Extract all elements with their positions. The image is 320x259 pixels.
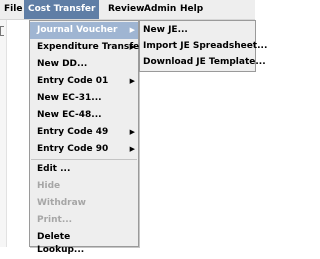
cost-transfer-dropdown: Journal Voucher ▶ Expenditure Transfer ▶… [29,20,144,255]
menu-item-label: Entry Code 90 [37,144,109,154]
menu-item-journal-voucher[interactable]: Journal Voucher ▶ [30,22,138,39]
chevron-right-icon: ▶ [129,145,135,153]
menu-item-label: Delete [37,232,71,242]
menu-file[interactable]: File [0,0,26,19]
menu-item-entry-code-01[interactable]: Entry Code 01 ▶ [30,73,138,90]
window-left-edge [0,20,7,247]
menu-item-label: Hide [37,181,61,191]
menu-separator [31,159,137,160]
bracket-decoration [0,26,4,36]
menu-item-new-ec-31[interactable]: New EC-31... [30,90,138,107]
menu-item-withdraw: Withdraw [30,195,138,212]
chevron-right-icon: ▶ [129,128,135,136]
submenu-item-import-je-spreadsheet[interactable]: Import JE Spreadsheet... [140,38,267,55]
menu-item-label: Entry Code 01 [37,76,109,86]
menu-item-hide: Hide [30,178,138,195]
menu-item-expenditure-transfer[interactable]: Expenditure Transfer ▶ [30,39,144,56]
submenu-item-label: Import JE Spreadsheet... [143,41,268,51]
menu-item-label: Print... [37,215,73,225]
menu-item-label: Entry Code 49 [37,127,109,137]
menu-item-new-ec-48[interactable]: New EC-48... [30,107,138,124]
menu-item-entry-code-49[interactable]: Entry Code 49 ▶ [30,124,138,141]
menu-bar: File Cost Transfer Review Admin Help [0,0,255,20]
submenu-item-label: New JE... [143,25,188,35]
menu-item-print: Print... [30,212,138,229]
chevron-right-icon: ▶ [129,77,135,85]
menu-item-label: Withdraw [37,198,86,208]
chevron-right-icon: ▶ [129,26,135,34]
menu-item-label: Expenditure Transfer [37,42,144,52]
menu-help[interactable]: Help [176,0,207,19]
menu-admin[interactable]: Admin [140,0,180,19]
submenu-item-download-je-template[interactable]: Download JE Template... [140,54,266,71]
journal-voucher-submenu: New JE... Import JE Spreadsheet... Downl… [139,20,267,72]
menu-item-lookup[interactable]: Lookup... [30,242,138,259]
submenu-item-new-je[interactable]: New JE... [140,22,255,39]
menu-item-label: New DD... [37,59,88,69]
menu-item-label: New EC-48... [37,110,102,120]
menu-item-new-dd[interactable]: New DD... [30,56,138,73]
menu-item-edit[interactable]: Edit ... [30,161,138,178]
submenu-item-label: Download JE Template... [143,57,266,67]
menu-item-label: Edit ... [37,164,71,174]
chevron-right-icon: ▶ [129,43,135,51]
menu-item-label: Journal Voucher [37,25,118,35]
menu-item-entry-code-90[interactable]: Entry Code 90 ▶ [30,141,138,158]
menu-item-label: New EC-31... [37,93,102,103]
menu-cost-transfer[interactable]: Cost Transfer [24,0,100,19]
